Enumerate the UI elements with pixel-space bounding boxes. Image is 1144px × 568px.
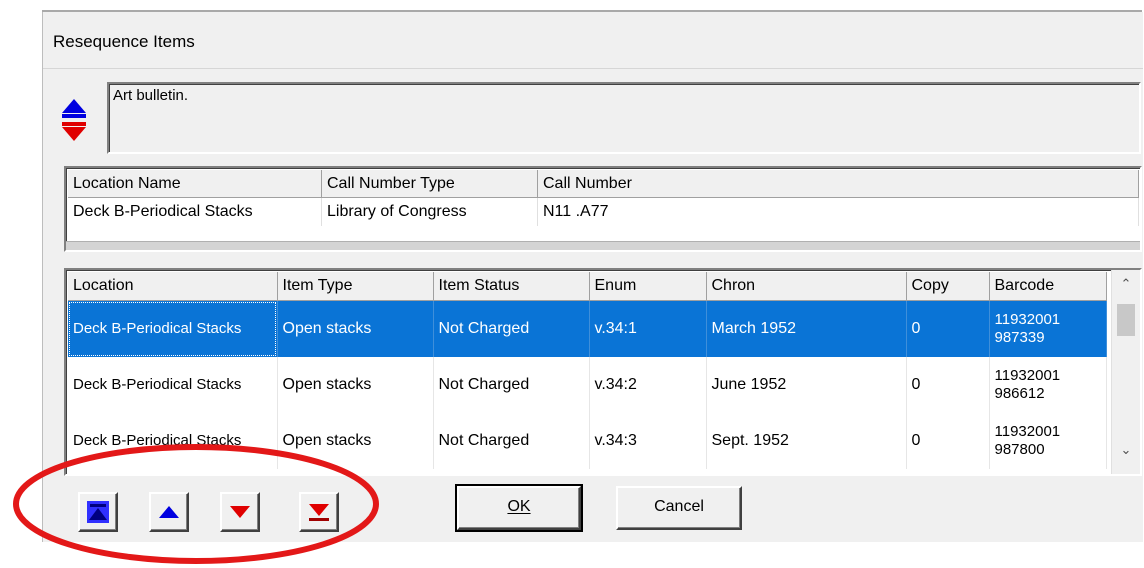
copy-cell: 0 <box>906 413 990 469</box>
cancel-button[interactable]: Cancel <box>616 486 742 530</box>
call-number-type-cell: Library of Congress <box>321 197 538 226</box>
resequence-icon <box>61 97 87 147</box>
location-table-header: Location Name Call Number Type Call Numb… <box>68 170 1139 198</box>
chron-cell: June 1952 <box>706 357 907 413</box>
cancel-label: Cancel <box>654 498 704 515</box>
location-name-cell: Deck B-Periodical Stacks <box>68 197 322 226</box>
call-number-cell: N11 .A77 <box>537 197 1139 226</box>
header-call-number[interactable]: Call Number <box>537 170 1139 198</box>
barcode-cell: 11932001 987800 <box>989 413 1107 469</box>
enum-cell: v.34:2 <box>589 357 707 413</box>
location-cell: Deck B-Periodical Stacks <box>68 300 278 357</box>
barcode-cell: 11932001 987339 <box>989 300 1107 357</box>
items-table-header: Location Item Type Item Status Enum Chro… <box>68 272 1107 301</box>
copy-cell: 0 <box>906 357 990 413</box>
header-location[interactable]: Location <box>68 272 278 301</box>
barcode-cell: 11932001 986612 <box>989 357 1107 413</box>
header-item-status[interactable]: Item Status <box>433 272 590 301</box>
item-status-cell: Not Charged <box>433 357 590 413</box>
header-enum[interactable]: Enum <box>589 272 707 301</box>
location-row[interactable]: Deck B-Periodical Stacks Library of Cong… <box>68 197 1139 226</box>
header-call-number-type[interactable]: Call Number Type <box>321 170 538 198</box>
enum-cell: v.34:3 <box>589 413 707 469</box>
ok-label: OK <box>507 498 531 515</box>
scroll-up-icon[interactable]: ⌃ <box>1112 276 1140 302</box>
item-type-cell: Open stacks <box>277 300 434 357</box>
copy-cell: 0 <box>906 300 990 357</box>
chron-cell: Sept. 1952 <box>706 413 907 469</box>
dialog-title: Resequence Items <box>53 32 195 51</box>
scroll-down-icon[interactable]: ⌄ <box>1112 442 1140 468</box>
location-cell: Deck B-Periodical Stacks <box>68 357 278 413</box>
chron-cell: March 1952 <box>706 300 907 357</box>
vertical-scrollbar[interactable]: ⌃ ⌄ <box>1111 270 1140 474</box>
title-divider <box>43 68 1143 69</box>
header-chron[interactable]: Chron <box>706 272 907 301</box>
item-type-cell: Open stacks <box>277 357 434 413</box>
location-table: Location Name Call Number Type Call Numb… <box>64 166 1142 252</box>
table-row[interactable]: Deck B-Periodical Stacks Open stacks Not… <box>68 357 1107 413</box>
header-location-name[interactable]: Location Name <box>68 170 322 198</box>
table-row[interactable]: Deck B-Periodical Stacks Open stacks Not… <box>68 300 1107 357</box>
item-status-cell: Not Charged <box>433 413 590 469</box>
title-description-box: Art bulletin. <box>107 82 1141 154</box>
horizontal-scrollbar[interactable] <box>66 241 1140 250</box>
header-copy[interactable]: Copy <box>906 272 990 301</box>
annotation-circle <box>13 444 379 564</box>
scroll-thumb[interactable] <box>1117 304 1135 336</box>
enum-cell: v.34:1 <box>589 300 707 357</box>
title-description: Art bulletin. <box>113 87 189 104</box>
item-status-cell: Not Charged <box>433 300 590 357</box>
header-item-type[interactable]: Item Type <box>277 272 434 301</box>
header-barcode[interactable]: Barcode <box>989 272 1107 301</box>
ok-button[interactable]: OK <box>455 484 583 532</box>
